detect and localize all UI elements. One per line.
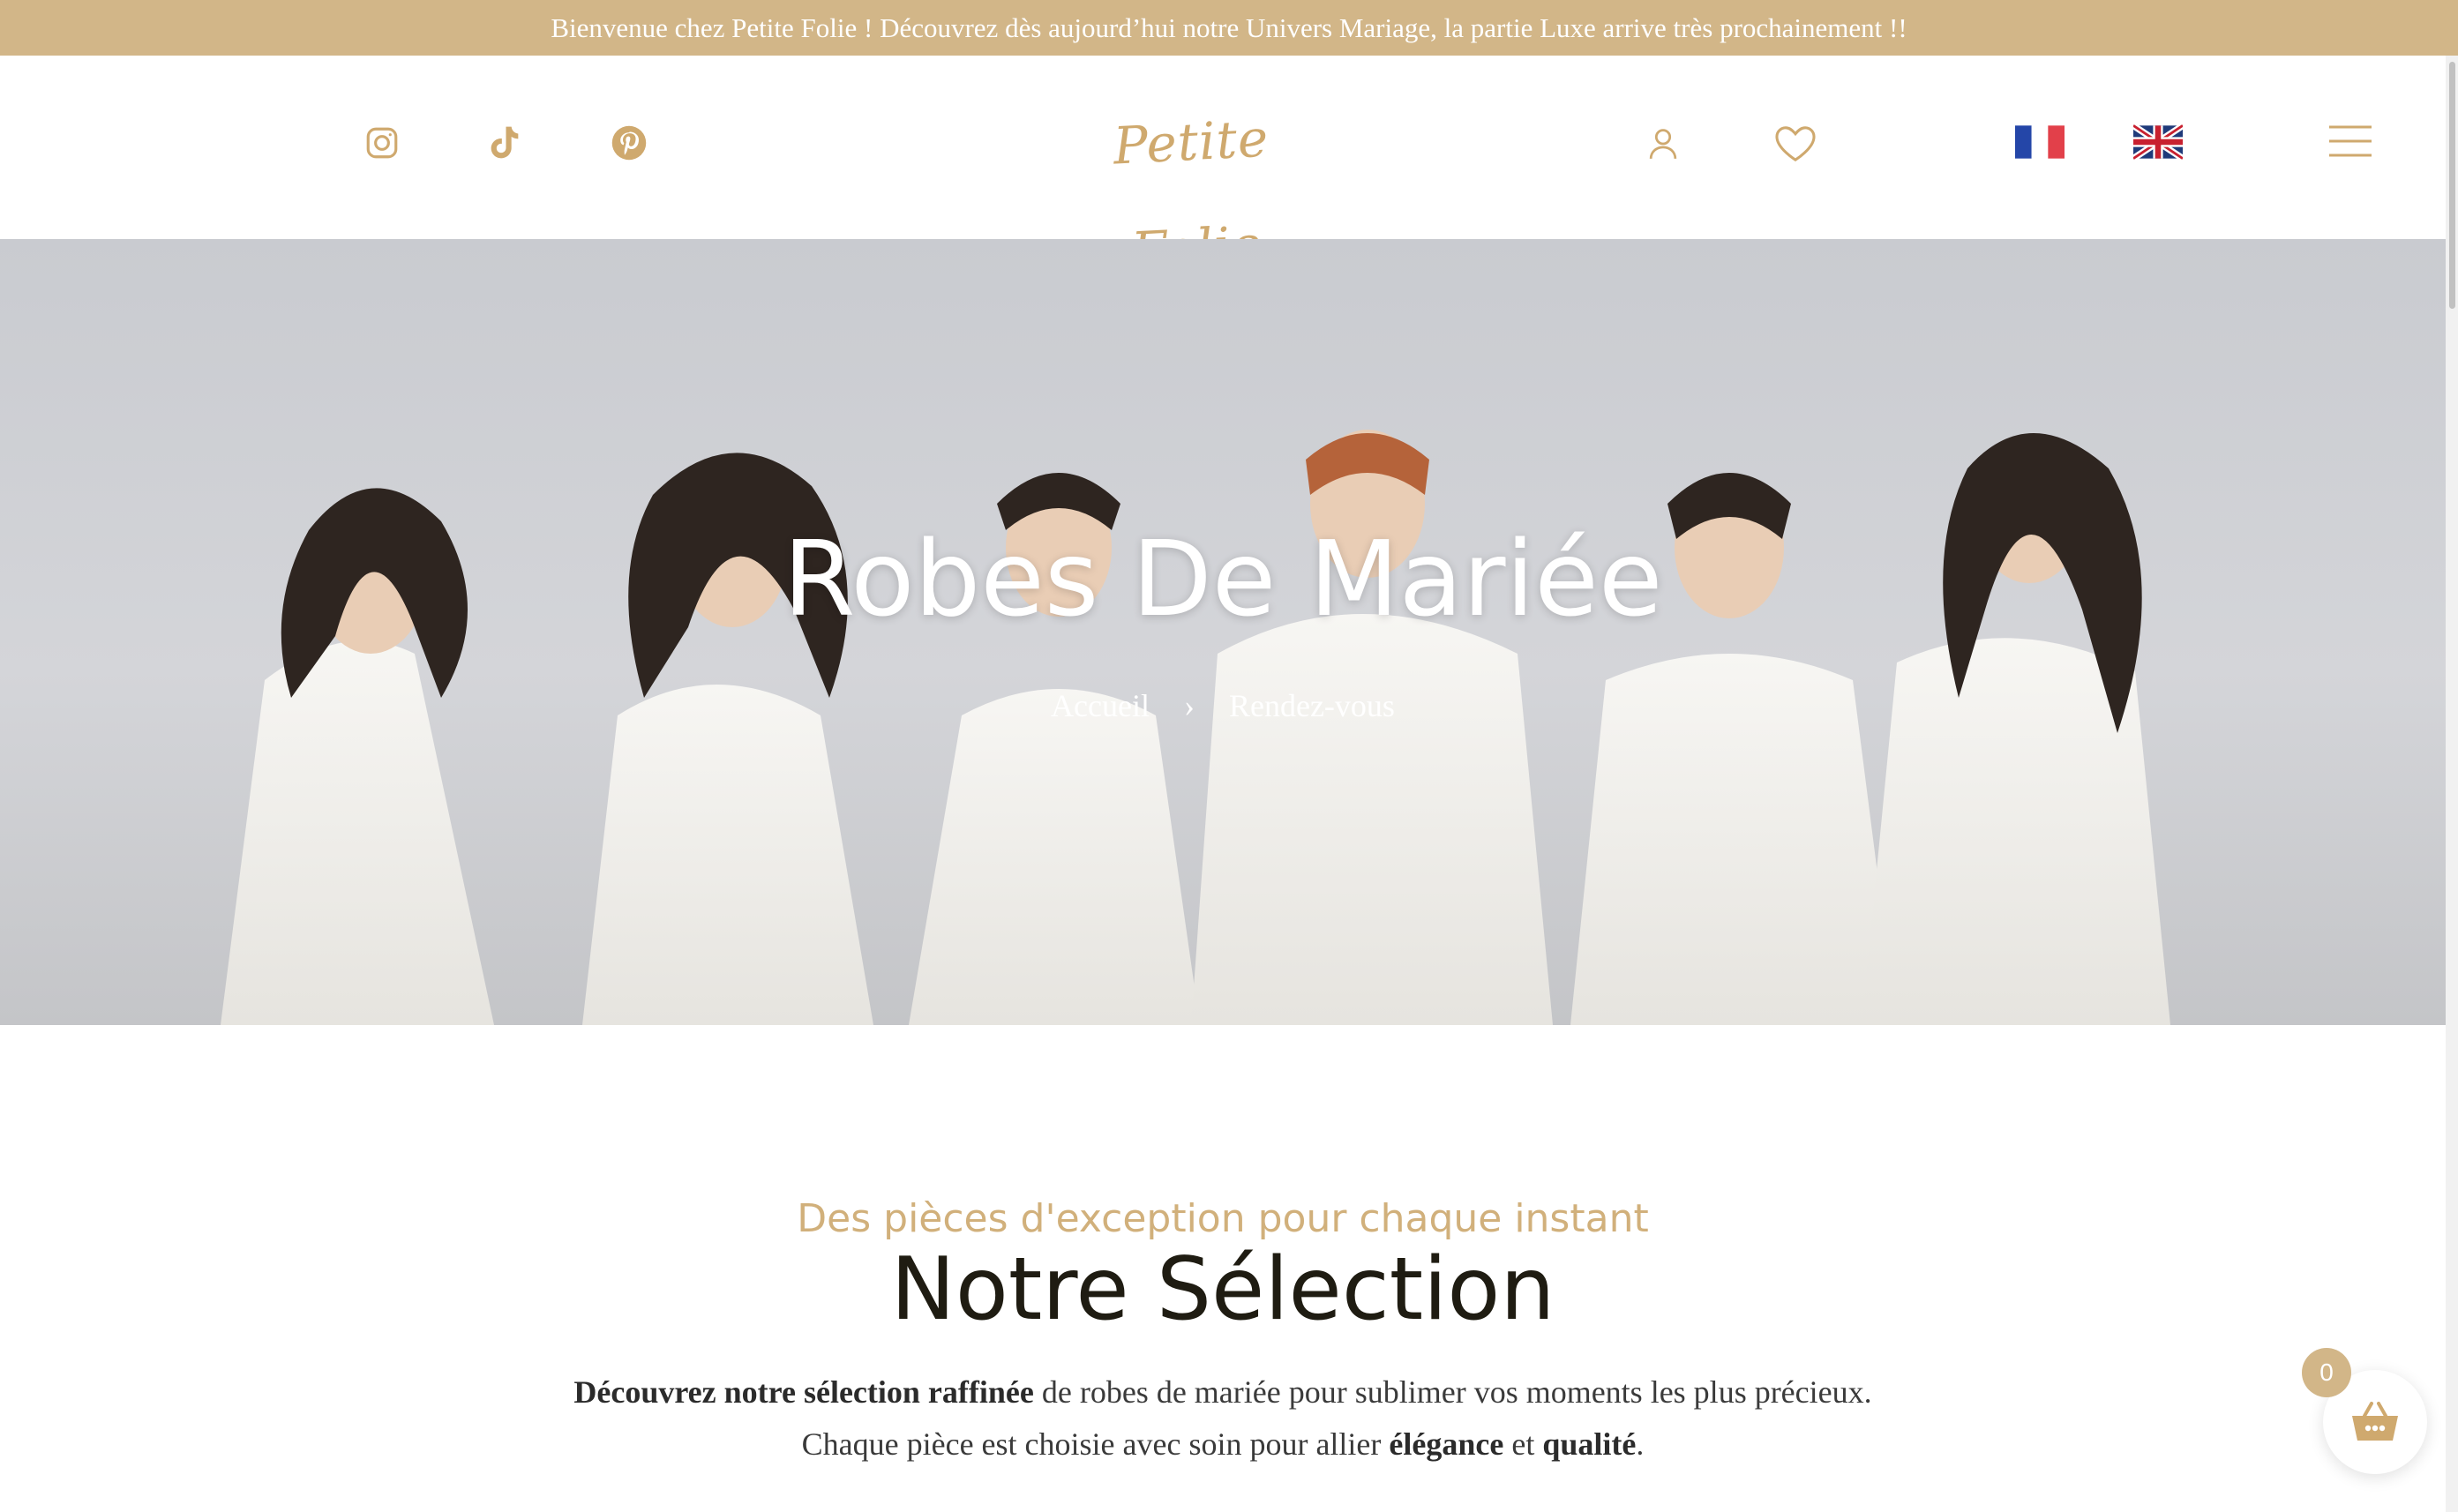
description-text: et [1503, 1426, 1543, 1462]
user-icon[interactable] [1646, 126, 1680, 161]
breadcrumb-chevron-icon: › [1183, 687, 1195, 723]
hero-title: Robes De Mariée [783, 518, 1663, 640]
heart-icon[interactable] [1773, 124, 1817, 163]
description-highlight: élégance [1389, 1426, 1504, 1462]
instagram-icon[interactable] [363, 124, 401, 161]
section-title: Notre Sélection [890, 1239, 1555, 1340]
basket-icon [2352, 1402, 2398, 1441]
site-logo[interactable]: Petite Folie [1083, 84, 1300, 281]
cart-count-badge: 0 [2302, 1348, 2351, 1397]
description-text: . [1636, 1426, 1645, 1462]
announcement-text: Bienvenue chez Petite Folie ! Découvrez … [551, 12, 1907, 43]
breadcrumb: Accueil › Rendez-vous [0, 680, 2446, 728]
tiktok-icon[interactable] [487, 123, 522, 163]
section-description-line-1: Découvrez notre sélection raffinée de ro… [0, 1370, 2446, 1414]
scrollbar-thumb[interactable] [2449, 62, 2455, 309]
description-highlight: Découvrez notre sélection raffinée [573, 1374, 1034, 1410]
site-header: Petite Folie [0, 56, 2446, 281]
description-text: Chaque pièce est choisie avec soin pour … [801, 1426, 1390, 1462]
fr-flag[interactable] [2015, 124, 2065, 160]
hamburger-menu-icon[interactable] [2327, 124, 2373, 158]
description-text: de robes de mariée pour sublimer vos mom… [1033, 1374, 1872, 1410]
en-flag[interactable] [2133, 124, 2183, 160]
breadcrumb-home-link[interactable]: Accueil [1051, 684, 1150, 728]
pinterest-icon[interactable] [611, 124, 648, 161]
announcement-bar: Bienvenue chez Petite Folie ! Découvrez … [0, 0, 2458, 56]
description-highlight: qualité [1542, 1426, 1637, 1462]
breadcrumb-current: Rendez-vous [1228, 687, 1395, 723]
hero-banner: Robes De Mariée Accueil › Rendez-vous [0, 239, 2446, 1025]
section-description-line-2: Chaque pièce est choisie avec soin pour … [0, 1422, 2446, 1466]
